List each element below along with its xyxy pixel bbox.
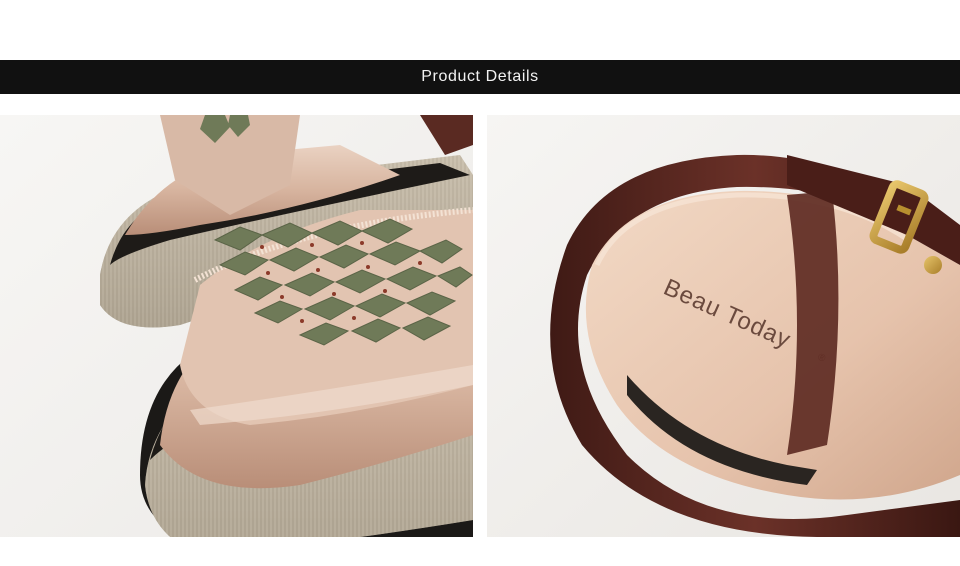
section-header-bar: Product Details [0,60,960,94]
section-title: Product Details [421,68,539,85]
sandal-insole-illustration: Beau Today ® [487,115,960,537]
sandal-toe-illustration [0,115,473,537]
product-photo-toe-detail [0,115,473,537]
product-photo-insole-detail: Beau Today ® [487,115,960,537]
